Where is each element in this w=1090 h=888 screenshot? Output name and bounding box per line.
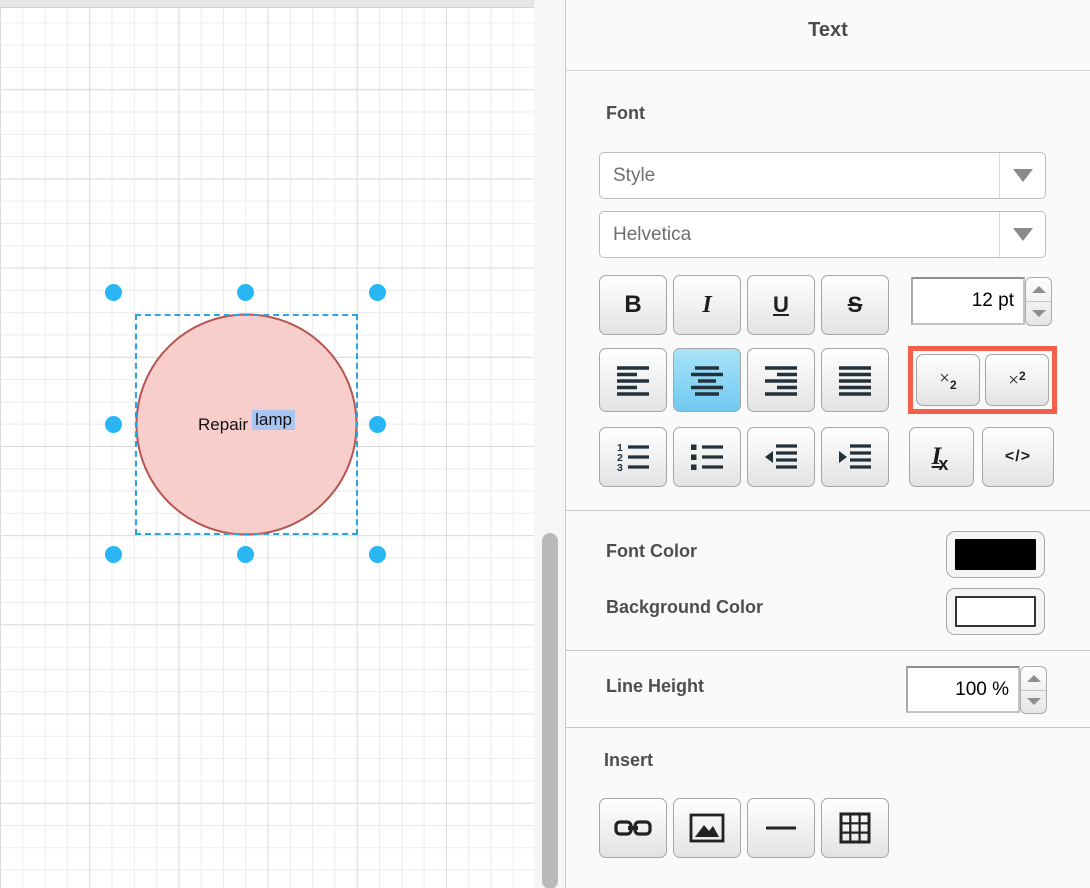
format-panel: Text Font Style Helvetica B I U S <box>565 0 1090 888</box>
horizontal-rule-icon <box>763 813 799 843</box>
bold-icon: B <box>624 291 641 319</box>
numbered-list-icon: 1 2 3 <box>615 441 651 473</box>
justify-icon <box>837 364 873 396</box>
shape-label[interactable]: Repairlamp <box>198 415 295 435</box>
arrow-down-icon <box>1027 698 1041 705</box>
font-family-value: Helvetica <box>600 224 999 246</box>
arrow-down-icon <box>1032 310 1046 317</box>
chevron-down-icon <box>1013 228 1033 241</box>
font-size-stepper <box>1025 277 1052 326</box>
strikethrough-icon: S <box>848 292 863 318</box>
image-icon <box>689 813 725 843</box>
indent-button[interactable] <box>821 427 889 487</box>
tutorial-highlight-frame: ×2 ×2 <box>908 346 1057 414</box>
font-size-input[interactable]: 12 pt <box>911 277 1025 325</box>
font-section-label: Font <box>606 103 645 124</box>
align-left-button[interactable] <box>599 348 667 412</box>
numbered-list-button[interactable]: 1 2 3 <box>599 427 667 487</box>
selection-box: Repairlamp <box>135 314 358 535</box>
outdent-icon <box>763 441 799 473</box>
outdent-button[interactable] <box>747 427 815 487</box>
selection-handle-s[interactable] <box>237 546 254 563</box>
insert-table-button[interactable] <box>821 798 889 858</box>
chevron-down-icon <box>1013 169 1033 182</box>
clear-formatting-icon: Ix <box>932 443 952 471</box>
insert-section-label: Insert <box>604 750 653 771</box>
italic-button[interactable]: I <box>673 275 741 335</box>
line-height-input[interactable]: 100 % <box>906 666 1020 713</box>
underline-icon: U <box>773 292 789 318</box>
code-icon: </> <box>1005 448 1031 466</box>
font-color-swatch[interactable] <box>946 531 1045 578</box>
section-divider <box>566 650 1090 651</box>
panel-header: Text <box>566 0 1090 71</box>
superscript-button[interactable]: ×2 <box>985 354 1049 406</box>
subscript-icon: ×2 <box>939 368 956 392</box>
section-divider <box>566 727 1090 728</box>
bold-button[interactable]: B <box>599 275 667 335</box>
align-center-button[interactable] <box>673 348 741 412</box>
line-height-label: Line Height <box>606 676 704 697</box>
align-left-icon <box>615 364 651 396</box>
line-height-stepper <box>1020 666 1047 714</box>
drawio-window: Repairlamp Text Font Style Helvetica <box>0 0 1090 888</box>
underline-button[interactable]: U <box>747 275 815 335</box>
font-color-value <box>955 539 1036 570</box>
justify-button[interactable] <box>821 348 889 412</box>
font-style-select[interactable]: Style <box>599 152 1046 199</box>
insert-link-button[interactable] <box>599 798 667 858</box>
line-height-stepper-down[interactable] <box>1021 691 1046 714</box>
align-right-icon <box>763 364 799 396</box>
tab-text[interactable]: Text <box>566 19 1090 42</box>
selection-handle-e[interactable] <box>369 416 386 433</box>
section-divider <box>566 510 1090 511</box>
background-color-value <box>955 596 1036 627</box>
vertical-scrollbar-thumb[interactable] <box>542 533 558 888</box>
font-style-value: Style <box>600 165 999 187</box>
selection-handle-sw[interactable] <box>105 546 122 563</box>
insert-horizontal-rule-button[interactable] <box>747 798 815 858</box>
arrow-up-icon <box>1027 675 1041 682</box>
line-height-stepper-up[interactable] <box>1021 667 1046 691</box>
selection-handle-ne[interactable] <box>369 284 386 301</box>
italic-icon: I <box>702 292 711 319</box>
link-icon <box>614 815 652 841</box>
clear-formatting-button[interactable]: Ix <box>909 427 974 487</box>
align-center-icon <box>689 364 725 396</box>
font-size-stepper-down[interactable] <box>1026 302 1051 325</box>
shape-label-text: Repair <box>198 415 248 434</box>
arrow-up-icon <box>1032 286 1046 293</box>
font-family-select[interactable]: Helvetica <box>599 211 1046 258</box>
selected-text: lamp <box>252 410 295 430</box>
subscript-button[interactable]: ×2 <box>916 354 980 406</box>
bullet-list-icon <box>689 441 725 473</box>
indent-icon <box>837 441 873 473</box>
background-color-swatch[interactable] <box>946 588 1045 635</box>
superscript-icon: ×2 <box>1008 369 1025 392</box>
font-style-arrow[interactable] <box>999 153 1045 198</box>
selection-handle-w[interactable] <box>105 416 122 433</box>
selection-handle-se[interactable] <box>369 546 386 563</box>
font-size-stepper-up[interactable] <box>1026 278 1051 302</box>
strikethrough-button[interactable]: S <box>821 275 889 335</box>
font-color-label: Font Color <box>606 541 697 562</box>
canvas-area: Repairlamp <box>0 0 565 888</box>
insert-image-button[interactable] <box>673 798 741 858</box>
svg-text:3: 3 <box>617 462 623 473</box>
font-family-arrow[interactable] <box>999 212 1045 257</box>
align-right-button[interactable] <box>747 348 815 412</box>
table-icon <box>838 811 872 845</box>
selection-handle-nw[interactable] <box>105 284 122 301</box>
background-color-label: Background Color <box>606 597 763 618</box>
bullet-list-button[interactable] <box>673 427 741 487</box>
html-edit-button[interactable]: </> <box>982 427 1054 487</box>
selection-handle-n[interactable] <box>237 284 254 301</box>
